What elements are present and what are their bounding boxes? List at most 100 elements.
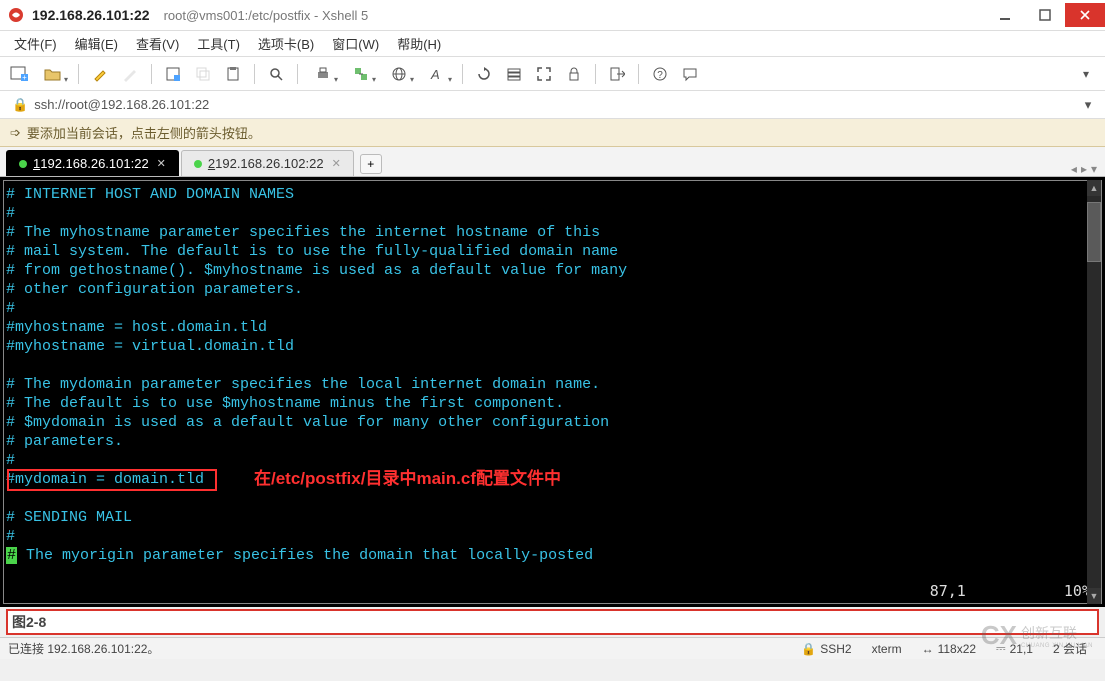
tab1-prefix: 1 (33, 156, 40, 171)
title-path: root@vms001:/etc/postfix - Xshell 5 (164, 8, 369, 23)
menu-edit[interactable]: 编辑(E) (75, 34, 118, 53)
menu-tabs[interactable]: 选项卡(B) (258, 34, 314, 53)
tab-nav-right-icon[interactable]: ▸ (1081, 162, 1087, 176)
close-button[interactable] (1065, 3, 1105, 27)
term-line: The myorigin parameter specifies the dom… (17, 547, 593, 564)
status-sessions: 2 会话 (1053, 640, 1087, 657)
tab-nav-left-icon[interactable]: ◂ (1071, 162, 1077, 176)
chat-icon[interactable] (679, 63, 701, 85)
menu-help[interactable]: 帮助(H) (397, 34, 441, 53)
menu-bar: 文件(F) 编辑(E) 查看(V) 工具(T) 选项卡(B) 窗口(W) 帮助(… (0, 31, 1105, 57)
tab-status-dot (19, 160, 27, 168)
title-bar: 192.168.26.101:22 root@vms001:/etc/postf… (0, 0, 1105, 31)
term-line: # (6, 528, 15, 545)
exit-icon[interactable] (606, 63, 628, 85)
status-ssh: SSH2 (820, 642, 851, 656)
font-icon[interactable]: A (422, 63, 452, 85)
menu-tools[interactable]: 工具(T) (197, 34, 240, 53)
knife-icon[interactable] (119, 63, 141, 85)
address-bar: 🔒 ssh://root@192.168.26.101:22 ▾ (0, 91, 1105, 119)
highlight-mydomain (7, 469, 217, 491)
term-line: # The default is to use $myhostname minu… (6, 395, 564, 412)
minimize-button[interactable] (985, 3, 1025, 27)
open-session-icon[interactable] (38, 63, 68, 85)
scroll-thumb[interactable] (1087, 202, 1101, 262)
session-tab-1[interactable]: 1 192.168.26.101:22 ✕ (6, 150, 179, 176)
session-props-icon[interactable] (162, 63, 184, 85)
tip-text: 要添加当前会话，点击左侧的箭头按钮。 (27, 123, 261, 142)
tip-bar: ➩ 要添加当前会话，点击左侧的箭头按钮。 (0, 119, 1105, 147)
paste-icon[interactable] (222, 63, 244, 85)
tab2-close-icon[interactable]: ✕ (332, 157, 341, 170)
term-line: #myhostname = host.domain.tld (6, 319, 267, 336)
menu-window[interactable]: 窗口(W) (332, 34, 379, 53)
term-line: # (6, 300, 15, 317)
svg-text:A: A (430, 67, 440, 82)
term-line: # mail system. The default is to use the… (6, 243, 618, 260)
terminal-content[interactable]: # INTERNET HOST AND DOMAIN NAMES # # The… (3, 180, 1102, 604)
help-icon[interactable]: ? (649, 63, 671, 85)
tip-arrow-icon[interactable]: ➩ (10, 125, 21, 141)
toolbar-overflow-icon[interactable]: ▾ (1075, 63, 1097, 85)
term-line: # other configuration parameters. (6, 281, 303, 298)
scroll-down-icon[interactable]: ▼ (1087, 588, 1101, 604)
term-line: # (6, 452, 15, 469)
status-pos: 21,1 (1010, 642, 1033, 656)
globe-icon[interactable] (384, 63, 414, 85)
tab-menu-icon[interactable]: ▾ (1091, 162, 1097, 176)
size-icon: ↔ (922, 642, 934, 656)
term-line: # (6, 205, 15, 222)
term-line: # $mydomain is used as a default value f… (6, 414, 609, 431)
lock-small-icon: 🔒 (801, 642, 816, 656)
menu-file[interactable]: 文件(F) (14, 34, 57, 53)
status-connection: 已连接 192.168.26.101:22。 (8, 640, 159, 657)
address-lock-icon: 🔒 (12, 97, 28, 113)
terminal[interactable]: # INTERNET HOST AND DOMAIN NAMES # # The… (0, 177, 1105, 607)
maximize-button[interactable] (1025, 3, 1065, 27)
terminal-status: 87,1 10% (930, 582, 1091, 601)
tab2-label: 192.168.26.102:22 (215, 156, 323, 171)
tab1-close-icon[interactable]: ✕ (157, 157, 166, 170)
tab1-label: 192.168.26.101:22 (40, 156, 148, 171)
svg-text:?: ? (657, 70, 663, 81)
refresh-icon[interactable] (473, 63, 495, 85)
new-session-icon[interactable]: + (8, 63, 30, 85)
tab-bar: 1 192.168.26.101:22 ✕ 2 192.168.26.102:2… (0, 147, 1105, 177)
term-line: # INTERNET HOST AND DOMAIN NAMES (6, 186, 294, 203)
stack-icon[interactable] (503, 63, 525, 85)
print-icon[interactable] (308, 63, 338, 85)
term-cursor: # (6, 547, 17, 564)
svg-text:+: + (22, 73, 27, 82)
annotation-text: 在/etc/postfix/目录中main.cf配置文件中 (254, 469, 561, 488)
add-tab-button[interactable]: + (360, 154, 382, 174)
status-bar: 已连接 192.168.26.101:22。 🔒SSH2 xterm ↔118x… (0, 637, 1105, 659)
command-input[interactable] (12, 614, 1093, 630)
term-line: # from gethostname(). $myhostname is use… (6, 262, 627, 279)
toolbar: + A ? ▾ (0, 57, 1105, 91)
transfer-icon[interactable] (346, 63, 376, 85)
term-line: #myhostname = virtual.domain.tld (6, 338, 294, 355)
tab2-prefix: 2 (208, 156, 215, 171)
session-tab-2[interactable]: 2 192.168.26.102:22 ✕ (181, 150, 354, 176)
copy-icon[interactable] (192, 63, 214, 85)
scroll-up-icon[interactable]: ▲ (1087, 180, 1101, 196)
command-input-bar[interactable] (6, 609, 1099, 635)
cursor-pos: 87,1 (930, 582, 966, 600)
find-icon[interactable] (265, 63, 287, 85)
terminal-scrollbar[interactable]: ▲ ▼ (1087, 180, 1101, 604)
app-icon (8, 7, 24, 23)
menu-view[interactable]: 查看(V) (136, 34, 179, 53)
title-ip: 192.168.26.101:22 (32, 7, 150, 23)
term-line: # SENDING MAIL (6, 509, 132, 526)
fullscreen-icon[interactable] (533, 63, 555, 85)
term-line: # The mydomain parameter specifies the l… (6, 376, 600, 393)
highlight-icon[interactable] (89, 63, 111, 85)
address-url[interactable]: ssh://root@192.168.26.101:22 (34, 97, 1077, 112)
status-term: xterm (872, 642, 902, 656)
pos-icon: ⎓ (996, 641, 1006, 656)
tab-status-dot (194, 160, 202, 168)
address-dropdown-icon[interactable]: ▾ (1077, 97, 1099, 113)
term-line: # parameters. (6, 433, 123, 450)
lock-icon[interactable] (563, 63, 585, 85)
term-line: # The myhostname parameter specifies the… (6, 224, 600, 241)
